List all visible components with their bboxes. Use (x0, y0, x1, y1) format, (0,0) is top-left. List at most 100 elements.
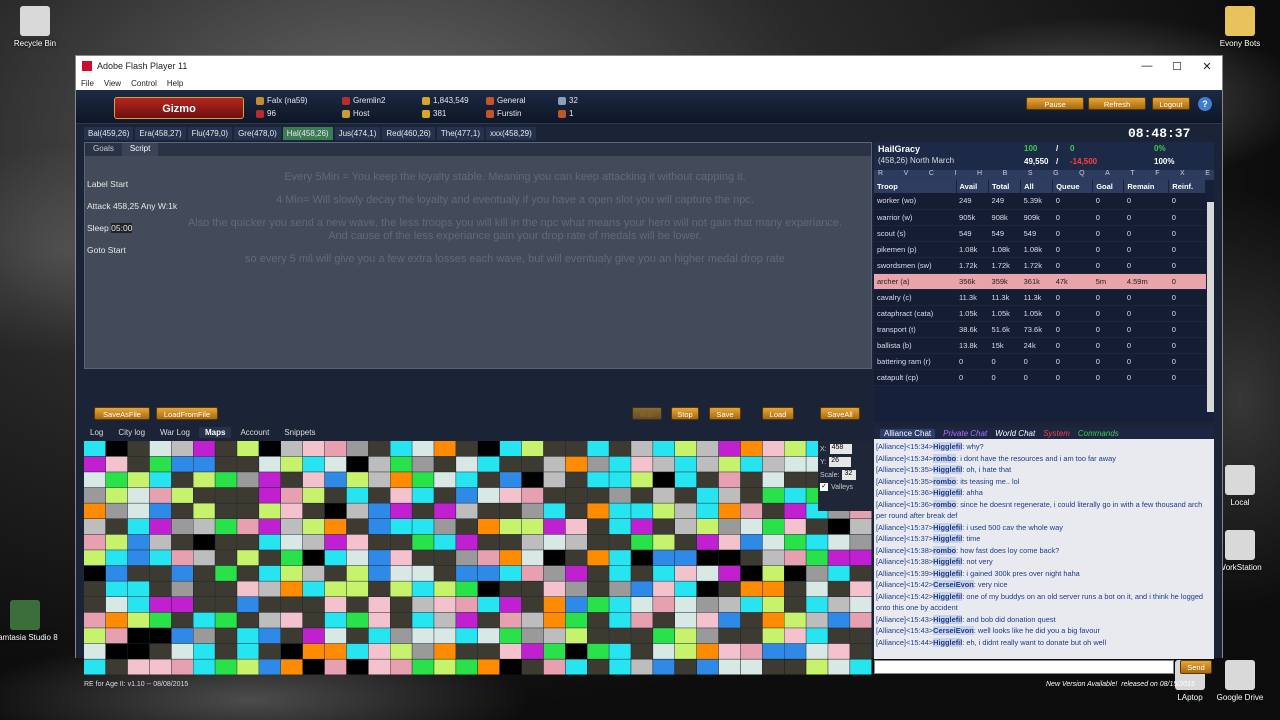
map-tile[interactable] (806, 534, 828, 550)
map-tile[interactable] (324, 472, 347, 488)
map-tile[interactable] (105, 534, 128, 550)
map-tile[interactable] (718, 550, 741, 566)
map-tile[interactable] (84, 441, 106, 457)
chat-input[interactable] (874, 660, 1174, 674)
map-tile[interactable] (675, 534, 697, 550)
map-tile[interactable] (478, 503, 500, 519)
map-tile[interactable] (127, 597, 150, 613)
map-tile[interactable] (84, 534, 106, 550)
map-tile[interactable] (237, 441, 259, 457)
map-tile[interactable] (718, 456, 741, 472)
chat-user[interactable]: Higglefil (933, 637, 963, 647)
map-tile[interactable] (390, 487, 412, 503)
map-tile[interactable] (324, 503, 347, 519)
map-tile[interactable] (565, 612, 587, 628)
map-tile[interactable] (302, 441, 325, 457)
map-tile[interactable] (587, 441, 609, 457)
map-tile[interactable] (521, 503, 544, 519)
map-tile[interactable] (631, 612, 653, 628)
map-tile[interactable] (631, 472, 653, 488)
map-tile[interactable] (171, 534, 193, 550)
map-tile[interactable] (762, 503, 784, 519)
map-tile[interactable] (587, 597, 609, 613)
map-tile[interactable] (302, 503, 325, 519)
map-tile[interactable] (456, 519, 478, 535)
map-tile[interactable] (521, 597, 544, 613)
map-tile[interactable] (127, 643, 150, 659)
map-tile[interactable] (105, 472, 128, 488)
map-tile[interactable] (368, 472, 390, 488)
map-tile[interactable] (828, 581, 850, 597)
map-tile[interactable] (543, 659, 566, 675)
map-tile[interactable] (171, 503, 193, 519)
map-tile[interactable] (740, 487, 763, 503)
map-tile[interactable] (346, 612, 369, 628)
map-tile[interactable] (565, 565, 587, 581)
map-tile[interactable] (237, 643, 259, 659)
map-tile[interactable] (237, 503, 259, 519)
map-tile[interactable] (521, 456, 544, 472)
map-tile[interactable] (456, 472, 478, 488)
map-tile[interactable] (390, 534, 412, 550)
map-tile[interactable] (631, 643, 653, 659)
menu-view[interactable]: View (104, 79, 121, 88)
map-tile[interactable] (237, 612, 259, 628)
map-tile[interactable] (631, 456, 653, 472)
map-tile[interactable] (215, 503, 237, 519)
map-tile[interactable] (784, 456, 806, 472)
map-tile[interactable] (675, 456, 697, 472)
map-tile[interactable] (696, 628, 719, 644)
map-tile[interactable] (696, 519, 719, 535)
filter-letter[interactable]: I (954, 170, 956, 180)
map-tile[interactable] (84, 519, 106, 535)
map-tile[interactable] (149, 581, 172, 597)
map-tile[interactable] (259, 581, 281, 597)
map-tile[interactable] (193, 534, 215, 550)
maximize-icon[interactable]: ☐ (1162, 60, 1192, 73)
map-tile[interactable] (127, 565, 150, 581)
map-tile[interactable] (543, 597, 566, 613)
map-tile[interactable] (259, 472, 281, 488)
map-tile[interactable] (806, 581, 828, 597)
map-tile[interactable] (259, 503, 281, 519)
map-tile[interactable] (740, 503, 763, 519)
map-tile[interactable] (105, 519, 128, 535)
map-tile[interactable] (281, 643, 303, 659)
map-tile[interactable] (281, 628, 303, 644)
map-tile[interactable] (631, 519, 653, 535)
chat-user[interactable]: Higglefil (933, 442, 963, 451)
map-tile[interactable] (565, 597, 587, 613)
map-tile[interactable] (324, 487, 347, 503)
chat-user[interactable]: Higglefil (933, 614, 963, 624)
desktop-icon[interactable]: Recycle Bin (0, 6, 70, 48)
map-tile[interactable] (302, 659, 325, 675)
map-tile[interactable] (806, 612, 828, 628)
map-tile[interactable] (281, 472, 303, 488)
chat-user[interactable]: Higglefil (933, 591, 963, 601)
map-tile[interactable] (740, 612, 763, 628)
chat-tab[interactable]: System (1043, 429, 1070, 438)
map-tile[interactable] (653, 456, 675, 472)
map-tile[interactable] (434, 628, 456, 644)
map-tile[interactable] (434, 487, 456, 503)
map-tile[interactable] (675, 581, 697, 597)
map-tile[interactable] (762, 612, 784, 628)
map-tile[interactable] (237, 581, 259, 597)
map-tile[interactable] (434, 597, 456, 613)
map-tile[interactable] (587, 456, 609, 472)
map-tile[interactable] (718, 441, 741, 457)
map-tile[interactable] (456, 643, 478, 659)
map-tile[interactable] (762, 472, 784, 488)
map-tile[interactable] (412, 581, 434, 597)
map-tile[interactable] (456, 581, 478, 597)
map-tile[interactable] (281, 503, 303, 519)
map-tile[interactable] (346, 534, 369, 550)
map-tile[interactable] (521, 659, 544, 675)
city-tab[interactable]: Era(458,27) (135, 127, 186, 140)
map-tile[interactable] (828, 597, 850, 613)
map-tile[interactable] (653, 550, 675, 566)
map-tile[interactable] (696, 487, 719, 503)
map-tile[interactable] (390, 565, 412, 581)
map-tile[interactable] (149, 597, 172, 613)
map-tile[interactable] (324, 628, 347, 644)
